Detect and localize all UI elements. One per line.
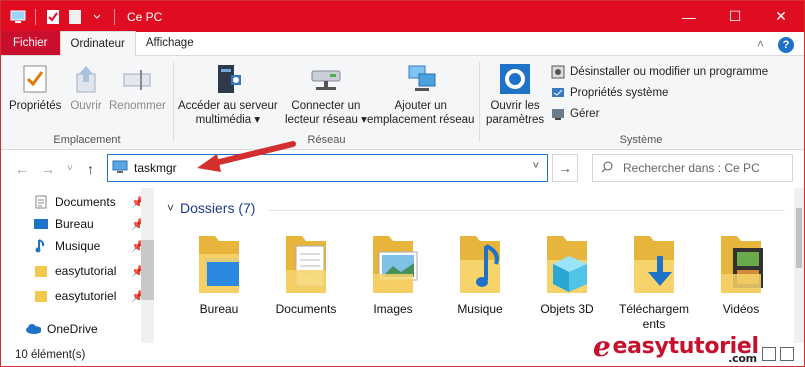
navigation-pane: Documents 📌 Bureau 📌 Musique 📌 easytutor… bbox=[1, 188, 157, 343]
folder-icon bbox=[33, 288, 49, 304]
nav-item-music[interactable]: Musique 📌 bbox=[33, 235, 145, 257]
videos-folder-icon bbox=[721, 236, 763, 293]
forward-icon[interactable]: → bbox=[41, 161, 55, 177]
group-label-location: Emplacement bbox=[53, 134, 121, 146]
network-drive-icon bbox=[309, 62, 343, 96]
back-icon[interactable]: ← bbox=[15, 161, 29, 177]
folder-item-pictures[interactable]: Images bbox=[353, 230, 433, 317]
tab-view[interactable]: Affichage bbox=[136, 31, 204, 55]
brand-watermark: ℯ easytutoriel .com bbox=[593, 330, 759, 365]
folder-item-downloads[interactable]: Téléchargem ents bbox=[614, 230, 694, 332]
open-settings-button[interactable]: Ouvrir les paramètres bbox=[486, 62, 544, 127]
properties-button[interactable]: Propriétés bbox=[9, 62, 61, 113]
pictures-folder-icon bbox=[373, 236, 418, 293]
search-box[interactable]: Rechercher dans : Ce PC bbox=[592, 154, 793, 182]
manage-button[interactable]: Gérer bbox=[550, 105, 599, 123]
explorer-window: Ce PC — ☐ ✕ Fichier Ordinateur Affichage… bbox=[0, 0, 805, 367]
computer-icon bbox=[112, 160, 128, 177]
item-count: 10 élément(s) bbox=[15, 348, 86, 361]
add-network-location-button[interactable]: Ajouter un emplacement réseau bbox=[367, 62, 474, 127]
close-button[interactable]: ✕ bbox=[758, 1, 804, 32]
documents-folder-icon bbox=[286, 236, 326, 293]
cloud-icon bbox=[25, 321, 41, 337]
folder-item-documents[interactable]: Documents bbox=[266, 230, 346, 317]
rename-icon bbox=[120, 62, 154, 96]
chevron-down-icon[interactable]: ˅ bbox=[533, 160, 539, 172]
content-scrollbar-thumb[interactable] bbox=[796, 208, 802, 268]
nav-item-easytutoriel[interactable]: easytutoriel 📌 bbox=[33, 285, 145, 307]
desktop-folder-icon bbox=[199, 236, 239, 293]
content-pane: ˅ Dossiers (7) Bureau Documents Images M… bbox=[159, 188, 794, 343]
programs-icon bbox=[550, 64, 566, 80]
group-system: Ouvrir les paramètres Désinstaller ou mo… bbox=[480, 56, 802, 150]
folders-section-header[interactable]: ˅ Dossiers (7) bbox=[167, 200, 255, 216]
window-title: Ce PC bbox=[127, 9, 163, 24]
music-icon bbox=[33, 238, 49, 254]
group-network: Accéder au serveur multimédia ▾ Connecte… bbox=[174, 56, 479, 150]
search-icon bbox=[601, 161, 613, 176]
network-location-icon bbox=[404, 62, 438, 96]
recent-locations-icon[interactable]: ˅ bbox=[67, 163, 73, 174]
address-input[interactable]: taskmgr bbox=[134, 161, 177, 175]
help-icon[interactable]: ? bbox=[778, 37, 794, 53]
tab-computer[interactable]: Ordinateur bbox=[59, 31, 136, 56]
collapse-ribbon-icon[interactable]: ˄ bbox=[757, 37, 764, 53]
quick-access-toolbar bbox=[1, 1, 119, 32]
up-icon[interactable]: ↑ bbox=[87, 161, 94, 177]
large-icons-view-icon[interactable] bbox=[780, 347, 794, 361]
gear-icon bbox=[498, 62, 532, 96]
new-folder-icon[interactable] bbox=[66, 8, 84, 26]
annotation-arrow-icon bbox=[197, 141, 296, 172]
ribbon: Propriétés Ouvrir Renommer Emplacement A… bbox=[1, 56, 804, 150]
folder-item-music[interactable]: Musique bbox=[440, 230, 520, 317]
properties-icon[interactable] bbox=[44, 8, 62, 26]
computer-icon bbox=[9, 8, 27, 26]
folder-item-desktop[interactable]: Bureau bbox=[179, 230, 259, 317]
brand-logo-icon: ℯ bbox=[593, 330, 611, 363]
music-folder-icon bbox=[460, 236, 500, 293]
nav-item-documents[interactable]: Documents 📌 bbox=[33, 191, 145, 213]
downloads-folder-icon bbox=[634, 236, 674, 293]
group-label-system: Système bbox=[619, 134, 663, 146]
properties-icon bbox=[18, 62, 52, 96]
chevron-down-icon: ˅ bbox=[167, 201, 175, 215]
open-icon bbox=[69, 62, 103, 96]
uninstall-programs-button[interactable]: Désinstaller ou modifier un programme bbox=[550, 63, 768, 81]
open-button[interactable]: Ouvrir bbox=[69, 62, 103, 113]
title-bar: Ce PC — ☐ ✕ bbox=[1, 1, 804, 32]
desktop-icon bbox=[33, 216, 49, 232]
documents-icon bbox=[33, 194, 49, 210]
go-button[interactable]: → bbox=[552, 154, 578, 182]
media-server-icon bbox=[211, 62, 245, 96]
tab-file[interactable]: Fichier bbox=[1, 31, 60, 55]
nav-item-onedrive[interactable]: OneDrive bbox=[25, 318, 137, 340]
window-controls: — ☐ ✕ bbox=[666, 1, 804, 32]
details-view-icon[interactable] bbox=[762, 347, 776, 361]
system-properties-button[interactable]: Propriétés système bbox=[550, 84, 668, 102]
chevron-down-icon[interactable] bbox=[88, 8, 106, 26]
nav-scrollbar-thumb[interactable] bbox=[141, 240, 154, 300]
content-scrollbar[interactable] bbox=[794, 188, 804, 343]
manage-icon bbox=[550, 106, 566, 122]
address-row: ← → ˅ ↑ taskmgr ˅ → Rechercher dans : Ce… bbox=[1, 150, 804, 188]
group-location: Propriétés Ouvrir Renommer Emplacement bbox=[1, 56, 173, 150]
nav-item-desktop[interactable]: Bureau 📌 bbox=[33, 213, 145, 235]
map-drive-button[interactable]: Connecter un lecteur réseau ▾ bbox=[285, 62, 367, 127]
folder-item-videos[interactable]: Vidéos bbox=[701, 230, 781, 317]
minimize-button[interactable]: — bbox=[666, 1, 712, 32]
3d-objects-folder-icon bbox=[547, 236, 587, 293]
view-toggles bbox=[762, 347, 794, 361]
folder-icon bbox=[33, 263, 49, 279]
rename-button[interactable]: Renommer bbox=[109, 62, 166, 113]
nav-item-easytutorial[interactable]: easytutorial 📌 bbox=[33, 260, 145, 282]
system-properties-icon bbox=[550, 85, 566, 101]
address-bar[interactable]: taskmgr ˅ bbox=[107, 154, 548, 182]
maximize-button[interactable]: ☐ bbox=[712, 1, 758, 32]
ribbon-tabs: Fichier Ordinateur Affichage ˄ ? bbox=[1, 31, 804, 56]
search-input[interactable]: Rechercher dans : Ce PC bbox=[623, 161, 760, 175]
folder-item-3d-objects[interactable]: Objets 3D bbox=[527, 230, 607, 317]
media-server-button[interactable]: Accéder au serveur multimédia ▾ bbox=[178, 62, 278, 127]
